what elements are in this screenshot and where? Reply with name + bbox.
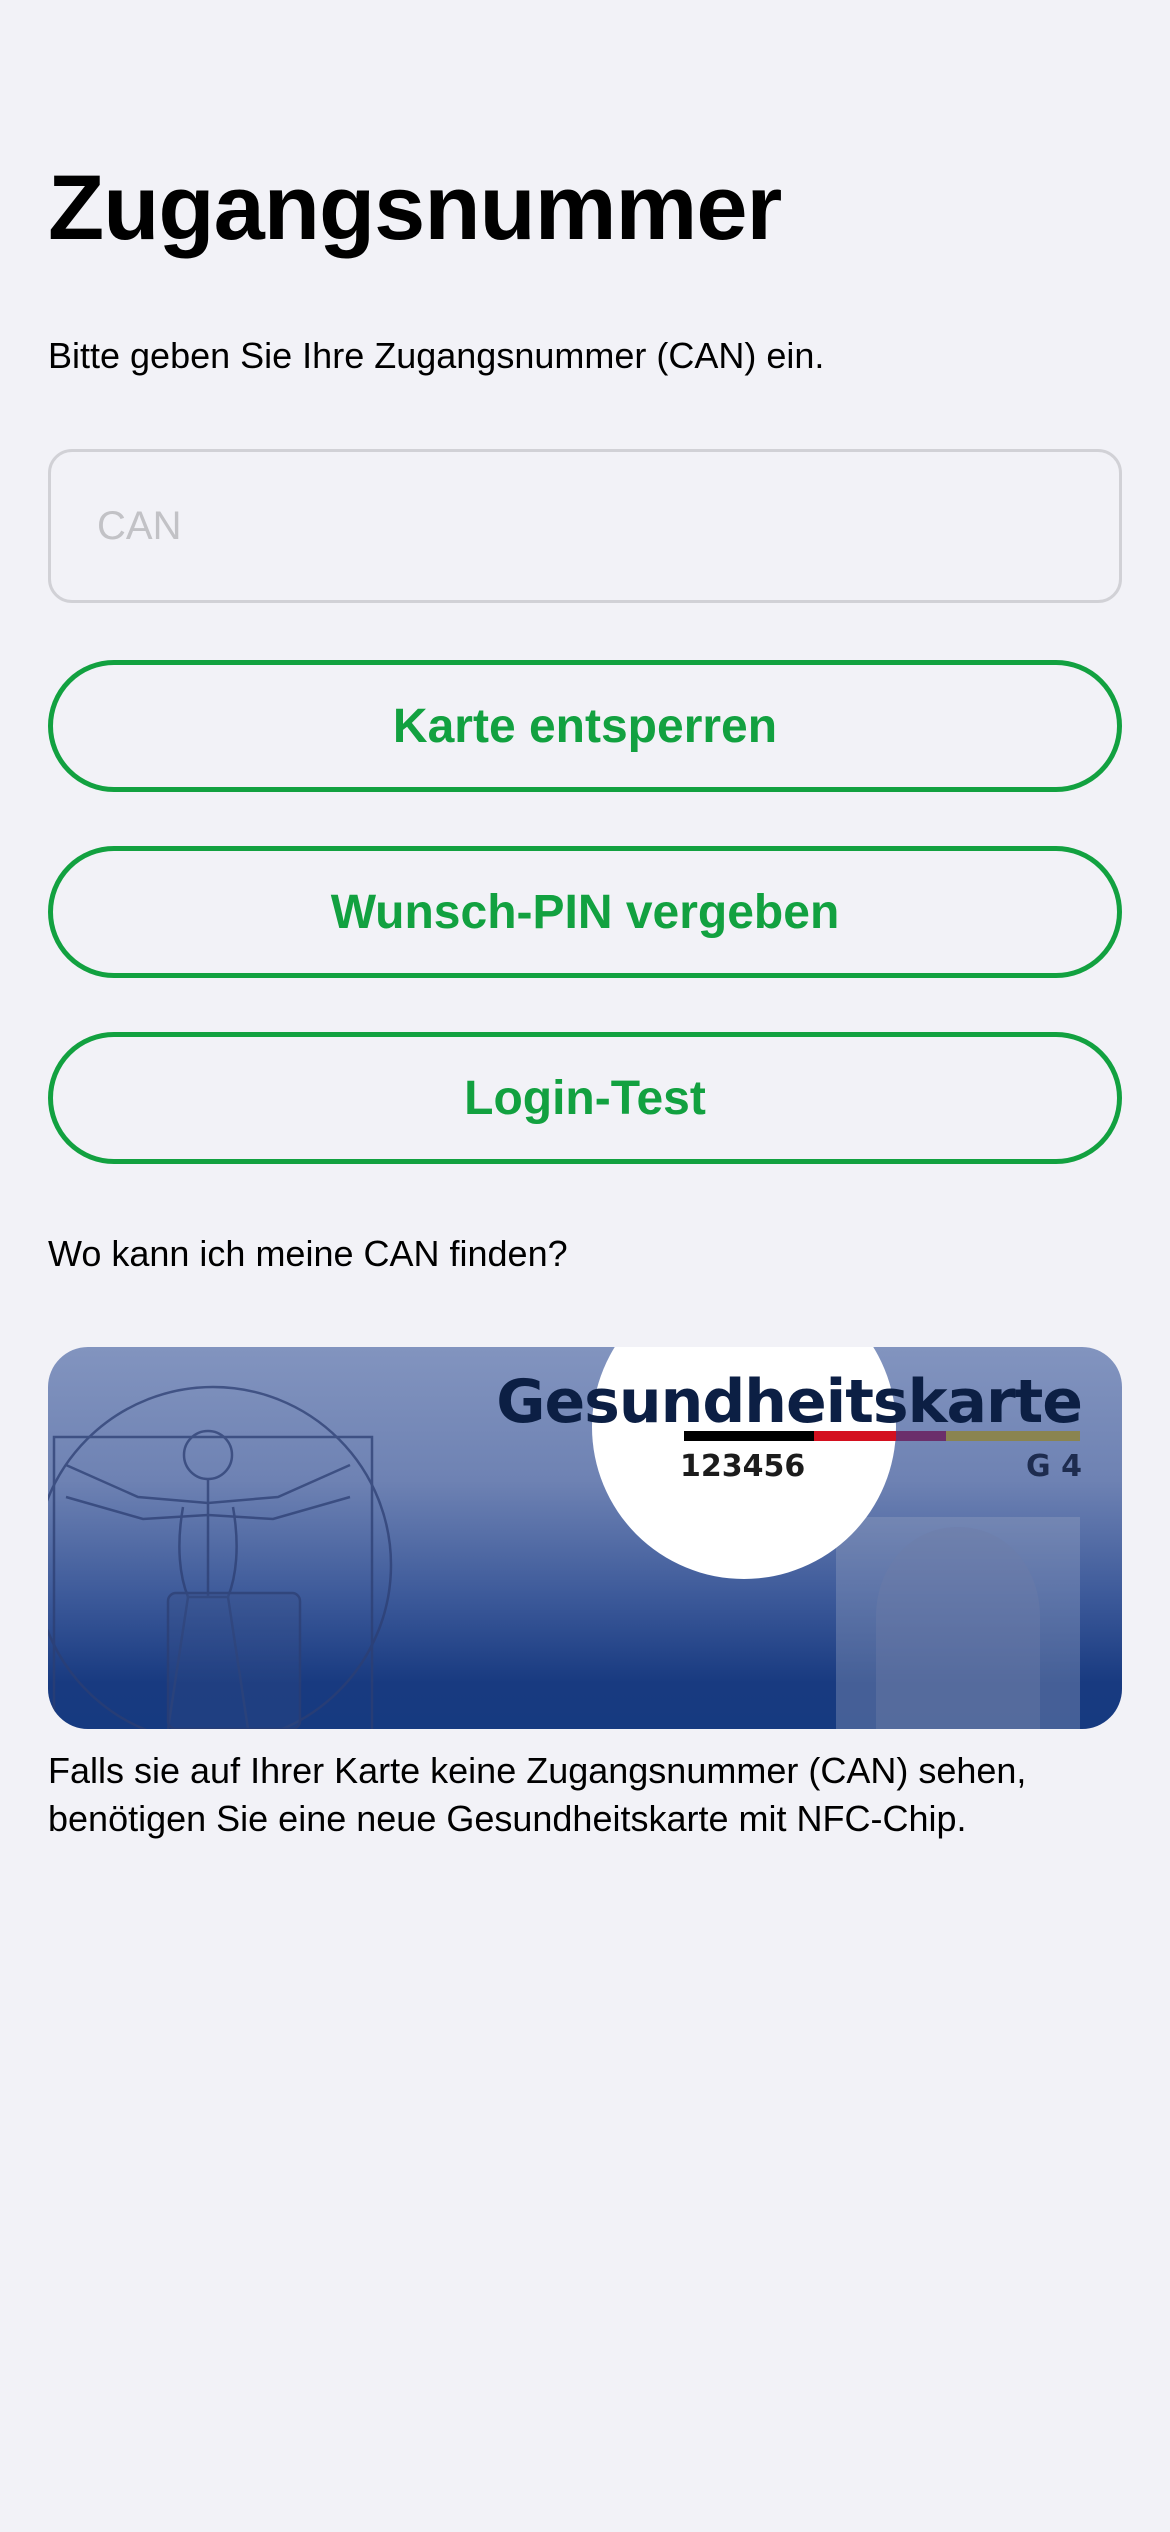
card-generation: G 4 xyxy=(1026,1449,1082,1484)
portrait-photo-icon xyxy=(836,1517,1080,1729)
login-test-button-label: Login-Test xyxy=(464,1071,706,1125)
can-input[interactable] xyxy=(48,449,1122,603)
nfc-card-note: Falls sie auf Ihrer Karte keine Zugangsn… xyxy=(48,1750,1027,1839)
login-test-button[interactable]: Login-Test xyxy=(48,1032,1122,1164)
card-can-number: 123456 xyxy=(680,1449,806,1484)
set-pin-button-label: Wunsch-PIN vergeben xyxy=(330,885,840,939)
card-title: Gesundheitskarte xyxy=(496,1367,1083,1437)
health-card-illustration: Gesundheitskarte 123456 G 4 xyxy=(48,1347,1122,1729)
page-title: Zugangsnummer xyxy=(48,157,782,259)
unlock-card-button[interactable]: Karte entsperren xyxy=(48,660,1122,792)
page-subtitle: Bitte geben Sie Ihre Zugangsnummer (CAN)… xyxy=(48,335,825,376)
set-pin-button[interactable]: Wunsch-PIN vergeben xyxy=(48,846,1122,978)
vitruvian-man-icon xyxy=(48,1385,393,1729)
unlock-card-button-label: Karte entsperren xyxy=(392,699,778,753)
can-help-question: Wo kann ich meine CAN finden? xyxy=(48,1233,568,1274)
